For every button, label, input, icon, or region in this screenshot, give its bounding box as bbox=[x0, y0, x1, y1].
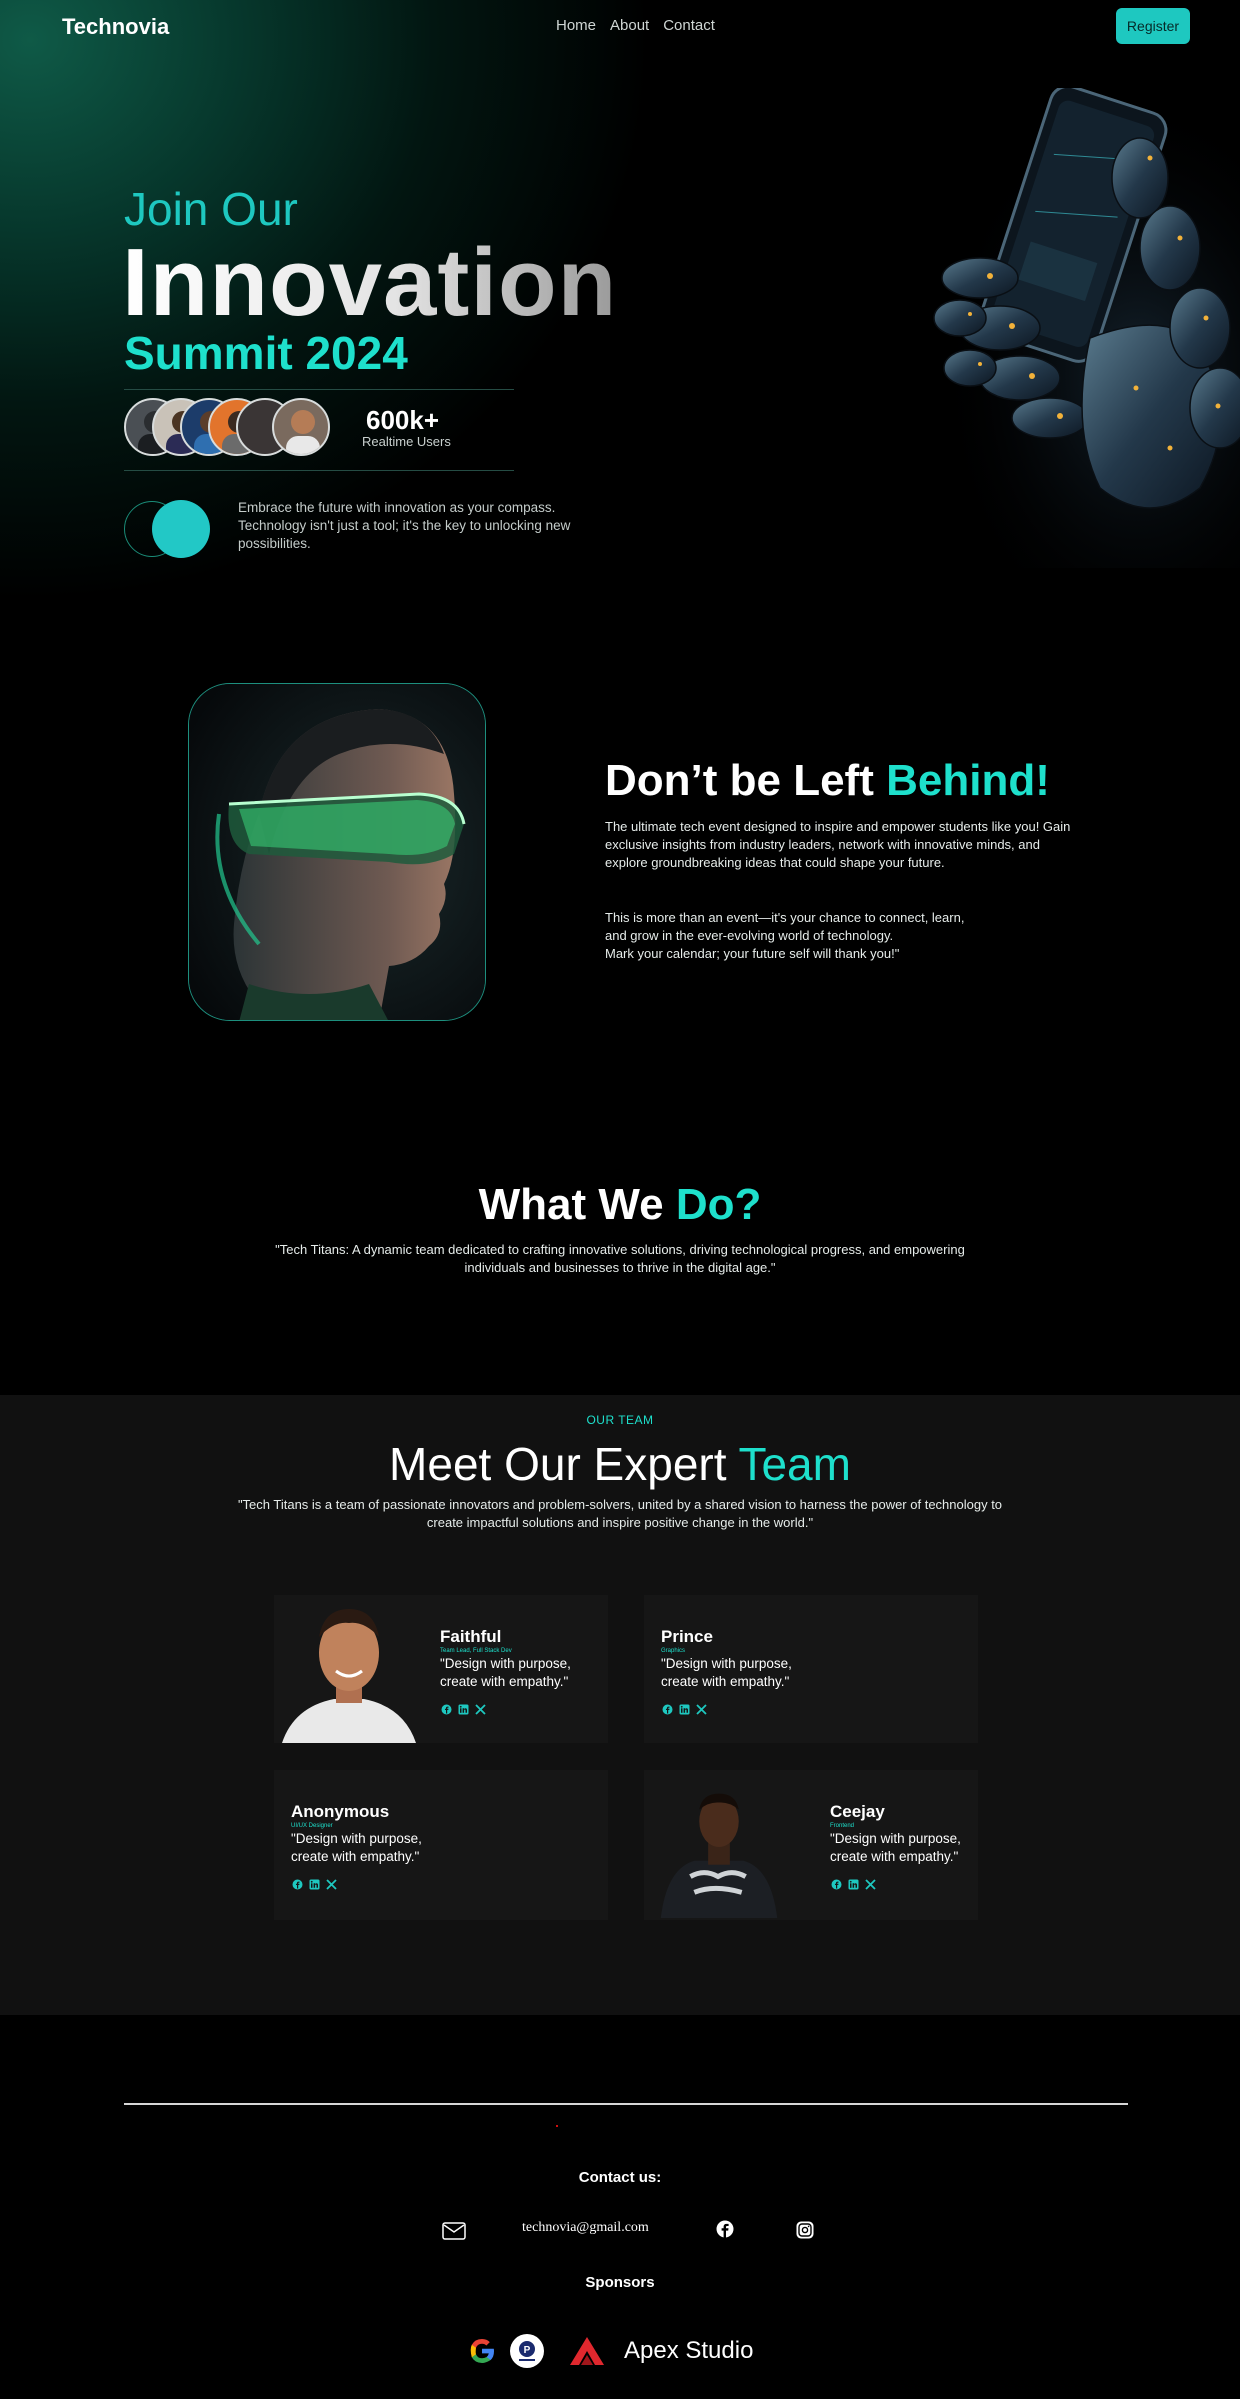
member-role: UI/UX Designer bbox=[291, 1823, 333, 1829]
facebook-icon[interactable] bbox=[291, 1878, 303, 1890]
hero-title: Innovation bbox=[122, 229, 618, 336]
hero-section: Join Our Innovation Summit 2024 600k+ Re… bbox=[0, 0, 1240, 650]
member-role: Frontend bbox=[830, 1823, 855, 1829]
behind-title: Don’t be Left Behind! bbox=[605, 756, 1050, 806]
hero-toggle[interactable] bbox=[124, 500, 212, 558]
behind-paragraph-1: The ultimate tech event designed to insp… bbox=[605, 819, 1071, 870]
user-avatars bbox=[124, 398, 334, 458]
nav-link-contact[interactable]: Contact bbox=[663, 17, 715, 34]
nav-links: Home About Contact bbox=[556, 17, 715, 34]
member-name: Ceejay bbox=[830, 1802, 885, 1821]
member-quote: "Design with purpose, create with empath… bbox=[830, 1831, 961, 1864]
what-we-do-text: "Tech Titans: A dynamic team dedicated t… bbox=[275, 1242, 965, 1275]
member-photo bbox=[645, 1770, 793, 1918]
x-twitter-icon[interactable] bbox=[864, 1878, 876, 1890]
member-role: Team Lead, Full Stack Dev bbox=[440, 1648, 512, 1654]
member-photo bbox=[274, 1595, 424, 1743]
behind-p2-line: and grow in the ever-evolving world of t… bbox=[605, 928, 894, 943]
behind-title-accent: Behind! bbox=[886, 756, 1050, 805]
member-quote: "Design with purpose, create with empath… bbox=[440, 1656, 571, 1689]
x-twitter-icon[interactable] bbox=[695, 1703, 707, 1715]
team-text: "Tech Titans is a team of passionate inn… bbox=[237, 1497, 1003, 1530]
member-name: Prince bbox=[661, 1627, 713, 1646]
behind-p2-line: This is more than an event—it's your cha… bbox=[605, 910, 965, 925]
register-button[interactable]: Register bbox=[1116, 8, 1190, 44]
nav-link-home[interactable]: Home bbox=[556, 17, 596, 34]
sponsor-name: Apex Studio bbox=[624, 2337, 754, 2364]
x-twitter-icon[interactable] bbox=[325, 1878, 337, 1890]
apex-studio-logo-icon bbox=[570, 2337, 604, 2365]
team-card-prince: Prince Graphics "Design with purpose, cr… bbox=[644, 1595, 978, 1743]
member-name: Anonymous bbox=[291, 1802, 390, 1821]
realtime-users-count: 600k+ bbox=[366, 405, 440, 435]
facebook-icon[interactable] bbox=[440, 1703, 452, 1715]
member-quote: "Design with purpose, create with empath… bbox=[291, 1831, 422, 1864]
contact-email[interactable]: technovia@gmail.com bbox=[522, 2220, 649, 2236]
top-navbar: Technovia Home About Contact Register bbox=[0, 0, 1240, 52]
team-card-faithful: Faithful Team Lead, Full Stack Dev "Desi… bbox=[274, 1595, 608, 1743]
team-card-anonymous: Anonymous UI/UX Designer "Design with pu… bbox=[274, 1770, 608, 1920]
what-we-do-title: What We Do? bbox=[0, 1180, 1240, 1230]
social-links bbox=[291, 1878, 337, 1890]
contact-title: Contact us: bbox=[578, 2169, 662, 2186]
behind-paragraph-2: This is more than an event—it's your cha… bbox=[605, 909, 1085, 963]
facebook-icon[interactable] bbox=[661, 1703, 673, 1715]
robot-hand-image bbox=[900, 88, 1240, 568]
mail-icon[interactable] bbox=[442, 2221, 466, 2241]
team-title: Meet Our Expert Team bbox=[0, 1437, 1240, 1491]
what-title-main: What We bbox=[478, 1180, 676, 1229]
team-tag: OUR TEAM bbox=[586, 1413, 654, 1427]
sponsor-badge-icon: P bbox=[510, 2334, 544, 2368]
hero-subtitle: Summit 2024 bbox=[124, 327, 408, 379]
member-quote: "Design with purpose, create with empath… bbox=[661, 1656, 792, 1689]
google-logo-icon bbox=[470, 2339, 494, 2363]
footer-divider bbox=[124, 2103, 1128, 2105]
x-twitter-icon[interactable] bbox=[474, 1703, 486, 1715]
divider bbox=[124, 470, 514, 471]
team-title-accent: Team bbox=[738, 1438, 851, 1490]
linkedin-icon[interactable] bbox=[678, 1703, 690, 1715]
facebook-icon[interactable] bbox=[716, 2220, 734, 2238]
linkedin-icon[interactable] bbox=[847, 1878, 859, 1890]
social-links bbox=[661, 1703, 707, 1715]
member-name: Faithful bbox=[440, 1627, 502, 1646]
behind-p2-line: Mark your calendar; your future self wil… bbox=[605, 946, 900, 961]
facebook-icon[interactable] bbox=[830, 1878, 842, 1890]
member-role: Graphics bbox=[661, 1648, 686, 1654]
instagram-icon[interactable] bbox=[796, 2221, 814, 2239]
avatar bbox=[272, 398, 330, 456]
behind-title-main: Don’t be Left bbox=[605, 756, 887, 805]
nav-link-about[interactable]: About bbox=[610, 17, 649, 34]
what-title-accent: Do? bbox=[675, 1180, 762, 1229]
team-title-main: Meet Our Expert bbox=[389, 1438, 739, 1490]
team-section: OUR TEAM Meet Our Expert Team "Tech Tita… bbox=[0, 1395, 1240, 2015]
social-links bbox=[830, 1878, 876, 1890]
divider bbox=[124, 389, 514, 390]
linkedin-icon[interactable] bbox=[457, 1703, 469, 1715]
team-card-ceejay: Ceejay Frontend "Design with purpose, cr… bbox=[644, 1770, 978, 1920]
decorative-dot bbox=[556, 2125, 558, 2127]
sponsors-title: Sponsors bbox=[585, 2274, 655, 2291]
social-links bbox=[440, 1703, 486, 1715]
vr-woman-image bbox=[188, 683, 486, 1021]
hero-description: Embrace the future with innovation as yo… bbox=[238, 500, 571, 551]
brand-logo[interactable]: Technovia bbox=[62, 14, 169, 40]
linkedin-icon[interactable] bbox=[308, 1878, 320, 1890]
realtime-users-label: Realtime Users bbox=[362, 434, 451, 449]
svg-text:P: P bbox=[524, 2345, 531, 2356]
